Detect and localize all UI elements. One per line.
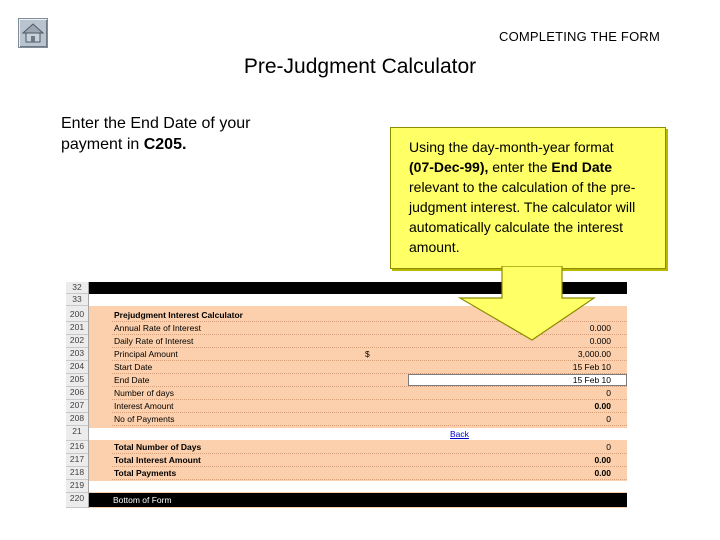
callout-rest: relevant to the calculation of the pre-j… bbox=[409, 179, 636, 255]
table-row: Principal Amount $ 3,000.00 bbox=[112, 348, 627, 361]
callout-line1: Using the day-month-year format bbox=[409, 139, 614, 155]
callout-format-example: (07-Dec-99), bbox=[409, 159, 489, 175]
table-row: Interest Amount 0.00 bbox=[112, 400, 627, 413]
row-number: 208 bbox=[66, 413, 88, 426]
calculator-title: Prejudgment Interest Calculator bbox=[114, 310, 243, 320]
total-value: 0 bbox=[606, 442, 611, 452]
row-number: 220 bbox=[66, 493, 88, 508]
row-label: Annual Rate of Interest bbox=[114, 323, 201, 333]
row-number-column: 32 33 200 201 202 203 204 205 206 207 20… bbox=[66, 282, 89, 508]
back-link[interactable]: Back bbox=[450, 429, 469, 439]
total-value: 0.00 bbox=[594, 455, 611, 465]
row-value: 3,000.00 bbox=[577, 349, 611, 359]
callout-mid: enter the bbox=[488, 159, 552, 175]
instruction-period: . bbox=[181, 136, 187, 153]
instruction-cell-ref: C205 bbox=[143, 136, 182, 153]
down-arrow-icon bbox=[458, 266, 596, 341]
row-number: 218 bbox=[66, 467, 88, 480]
link-row: Back bbox=[89, 428, 627, 440]
row-number: 32 bbox=[66, 282, 88, 294]
table-row: Number of days 0 bbox=[112, 387, 627, 400]
end-date-value: 15 Feb 10 bbox=[572, 375, 611, 385]
row-number: 216 bbox=[66, 441, 88, 454]
end-date-row: End Date 15 Feb 10 bbox=[112, 374, 627, 387]
total-row: Total Interest Amount 0.00 bbox=[112, 454, 627, 467]
row-number: 204 bbox=[66, 361, 88, 374]
home-icon bbox=[21, 23, 45, 43]
row-label: No of Payments bbox=[114, 414, 175, 424]
row-number: 207 bbox=[66, 400, 88, 413]
row-number: 217 bbox=[66, 454, 88, 467]
row-number: 202 bbox=[66, 335, 88, 348]
table-row: Start Date 15 Feb 10 bbox=[112, 361, 627, 374]
row-label: Start Date bbox=[114, 362, 153, 372]
total-label: Total Number of Days bbox=[114, 442, 202, 452]
blank-row bbox=[89, 481, 627, 492]
row-number: 33 bbox=[66, 294, 88, 306]
currency-symbol: $ bbox=[365, 349, 370, 359]
total-row: Total Number of Days 0 bbox=[112, 441, 627, 454]
row-label: Principal Amount bbox=[114, 349, 178, 359]
callout-note: Using the day-month-year format (07-Dec-… bbox=[390, 127, 666, 269]
section-title: COMPLETING THE FORM bbox=[498, 29, 660, 44]
row-value: 15 Feb 10 bbox=[572, 362, 611, 372]
page-title: Pre-Judgment Calculator bbox=[243, 55, 477, 78]
row-number: 21 bbox=[66, 426, 88, 441]
total-label: Total Interest Amount bbox=[114, 455, 201, 465]
row-label: End Date bbox=[114, 375, 150, 385]
row-number: 206 bbox=[66, 387, 88, 400]
row-value: 0.00 bbox=[594, 401, 611, 411]
bottom-bar: Bottom of Form bbox=[89, 493, 627, 507]
row-number: 200 bbox=[66, 309, 88, 322]
total-value: 0.00 bbox=[594, 468, 611, 478]
row-number: 203 bbox=[66, 348, 88, 361]
callout-field: End Date bbox=[551, 159, 613, 175]
home-button[interactable] bbox=[18, 18, 48, 48]
row-value: 0 bbox=[606, 414, 611, 424]
row-label: Daily Rate of Interest bbox=[114, 336, 194, 346]
row-number: 201 bbox=[66, 322, 88, 335]
total-row: Total Payments 0.00 bbox=[112, 467, 627, 480]
row-label: Number of days bbox=[114, 388, 174, 398]
row-value: 0 bbox=[606, 388, 611, 398]
table-row: No of Payments 0 bbox=[112, 413, 627, 426]
total-label: Total Payments bbox=[114, 468, 177, 478]
row-label: Interest Amount bbox=[114, 401, 174, 411]
row-number: 205 bbox=[66, 374, 88, 387]
bottom-of-form-label: Bottom of Form bbox=[113, 495, 172, 505]
row-number: 219 bbox=[66, 480, 88, 493]
instruction-text: Enter the End Date of your payment in C2… bbox=[61, 113, 301, 155]
